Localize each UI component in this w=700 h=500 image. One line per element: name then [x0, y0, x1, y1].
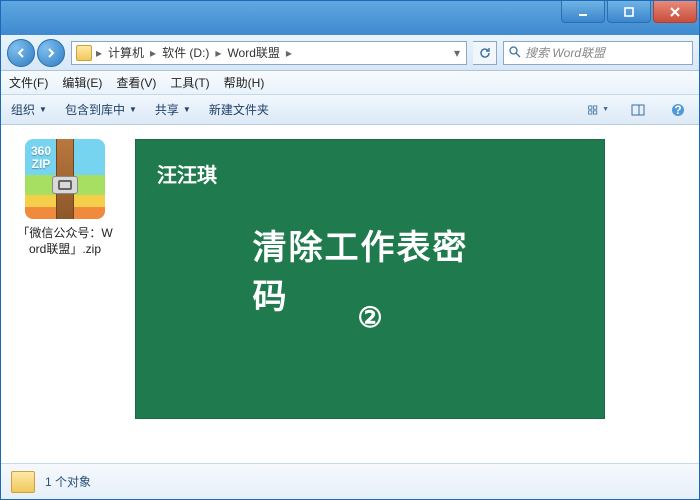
- search-box[interactable]: 搜索 Word联盟: [503, 41, 693, 65]
- content-area[interactable]: 360ZIP 「微信公众号：Word联盟」.zip 汪汪琪 清除工作表密码 ②: [1, 125, 699, 463]
- search-placeholder: 搜索 Word联盟: [525, 44, 605, 61]
- chevron-down-icon: ▼: [129, 105, 137, 114]
- preview-pane-button[interactable]: [627, 99, 649, 121]
- menu-view[interactable]: 查看(V): [116, 74, 156, 91]
- chevron-down-icon: ▼: [39, 105, 47, 114]
- menu-tools[interactable]: 工具(T): [170, 74, 209, 91]
- history-dropdown-icon[interactable]: ▾: [452, 46, 462, 60]
- help-button[interactable]: ?: [667, 99, 689, 121]
- menubar: 文件(F) 编辑(E) 查看(V) 工具(T) 帮助(H): [1, 71, 699, 95]
- explorer-window: ▸ 计算机 ▸ 软件 (D:) ▸ Word联盟 ▸ ▾ 搜索 Word联盟 文…: [0, 0, 700, 500]
- refresh-button[interactable]: [473, 41, 497, 65]
- chevron-right-icon[interactable]: ▸: [148, 46, 158, 60]
- status-text: 1 个对象: [45, 473, 91, 490]
- menu-edit[interactable]: 编辑(E): [62, 74, 102, 91]
- breadcrumb-drive[interactable]: 软件 (D:): [160, 44, 211, 61]
- chevron-right-icon[interactable]: ▸: [213, 46, 223, 60]
- menu-file[interactable]: 文件(F): [9, 74, 48, 91]
- search-icon: [508, 45, 521, 61]
- toolbar-include[interactable]: 包含到库中▼: [65, 101, 137, 118]
- preview-author: 汪汪琪: [157, 159, 217, 188]
- chevron-right-icon[interactable]: ▸: [284, 46, 294, 60]
- file-item-zip[interactable]: 360ZIP 「微信公众号：Word联盟」.zip: [15, 139, 115, 257]
- minimize-button[interactable]: [561, 1, 605, 23]
- maximize-button[interactable]: [607, 1, 651, 23]
- back-button[interactable]: [7, 39, 35, 67]
- close-button[interactable]: [653, 1, 697, 23]
- navbar: ▸ 计算机 ▸ 软件 (D:) ▸ Word联盟 ▸ ▾ 搜索 Word联盟: [1, 35, 699, 71]
- view-options-button[interactable]: ▼: [587, 99, 609, 121]
- address-bar[interactable]: ▸ 计算机 ▸ 软件 (D:) ▸ Word联盟 ▸ ▾: [71, 41, 467, 65]
- svg-text:?: ?: [674, 103, 681, 117]
- toolbar-organize[interactable]: 组织▼: [11, 101, 47, 118]
- titlebar: [1, 1, 699, 35]
- chevron-right-icon[interactable]: ▸: [94, 46, 104, 60]
- preview-number: ②: [357, 301, 382, 334]
- preview-pane: 汪汪琪 清除工作表密码 ②: [135, 139, 605, 419]
- statusbar: 1 个对象: [1, 463, 699, 499]
- folder-icon: [11, 471, 35, 493]
- breadcrumb-computer[interactable]: 计算机: [106, 44, 146, 61]
- file-label: 「微信公众号：Word联盟」.zip: [15, 225, 115, 257]
- toolbar: 组织▼ 包含到库中▼ 共享▼ 新建文件夹 ▼ ?: [1, 95, 699, 125]
- menu-help[interactable]: 帮助(H): [224, 74, 265, 91]
- breadcrumb-folder[interactable]: Word联盟: [225, 44, 281, 61]
- toolbar-newfolder[interactable]: 新建文件夹: [209, 101, 269, 118]
- zip-archive-icon: 360ZIP: [25, 139, 105, 219]
- toolbar-share[interactable]: 共享▼: [155, 101, 191, 118]
- forward-button[interactable]: [37, 39, 65, 67]
- folder-icon: [76, 45, 92, 61]
- chevron-down-icon: ▼: [183, 105, 191, 114]
